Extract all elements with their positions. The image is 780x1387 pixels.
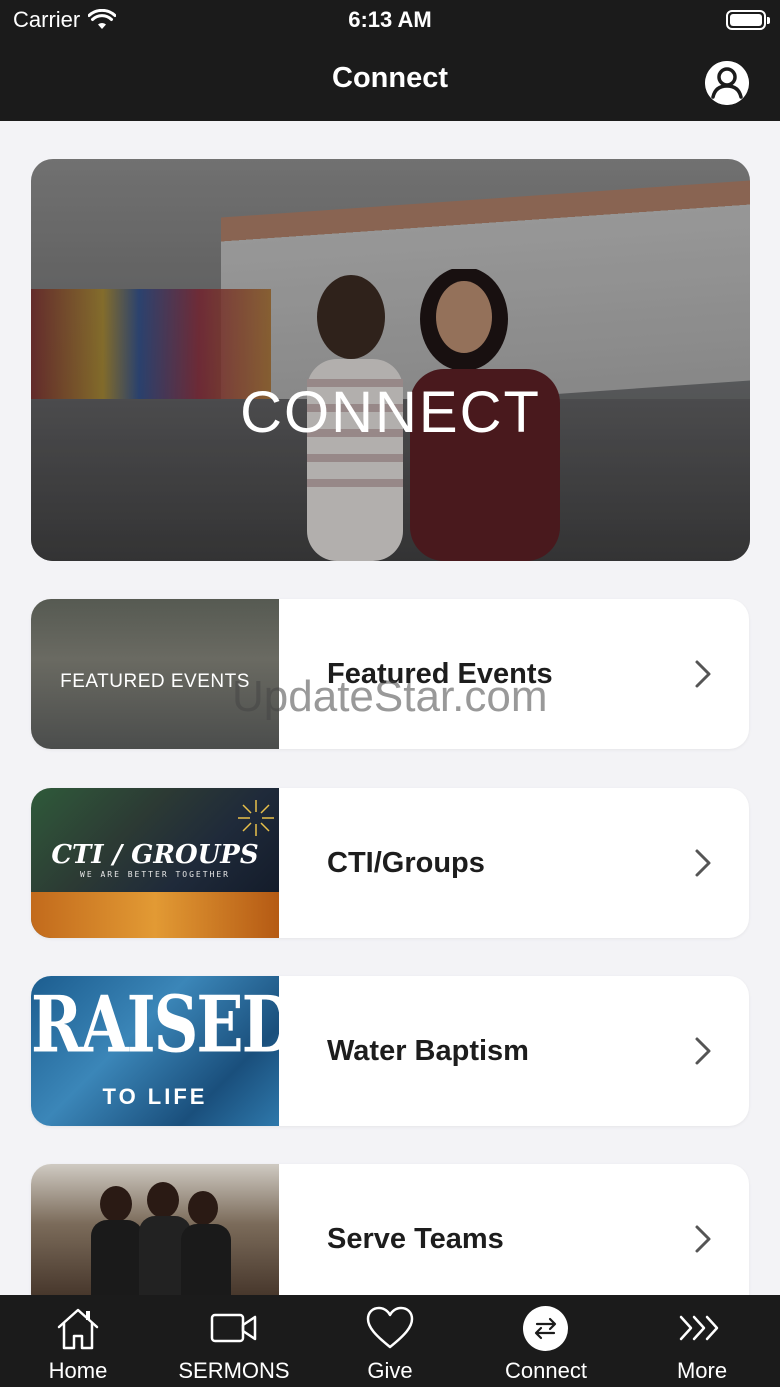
tab-icon-wrap — [521, 1305, 571, 1351]
top-bar: Carrier 6:13 AM Connect — [0, 0, 780, 121]
list-item-label: Serve Teams — [327, 1223, 504, 1255]
person-circle-icon — [705, 61, 749, 105]
list-item-serve-teams[interactable]: Serve Teams — [31, 1164, 749, 1314]
tab-more[interactable]: More — [624, 1295, 780, 1387]
firework-icon — [238, 800, 274, 836]
thumbnail-subtext: WE ARE BETTER TOGETHER — [80, 870, 230, 879]
tab-bar: Home SERMONS Give Connect More — [0, 1295, 780, 1387]
cti-groups-thumbnail: CTI / GROUPS WE ARE BETTER TOGETHER — [31, 788, 279, 938]
chevron-right-icon — [695, 1037, 711, 1065]
chevron-right-icon — [695, 849, 711, 877]
water-baptism-thumbnail: RAISED TO LIFE — [31, 976, 279, 1126]
tab-label: More — [676, 1358, 728, 1383]
home-icon — [57, 1308, 99, 1350]
tab-connect[interactable]: Connect — [468, 1295, 624, 1387]
hero-banner[interactable]: CONNECT — [31, 159, 750, 561]
chevrons-right-icon — [679, 1315, 719, 1341]
tab-label: SERMONS — [178, 1358, 290, 1383]
tab-label: Connect — [505, 1358, 587, 1383]
tab-give[interactable]: Give — [312, 1295, 468, 1387]
list-item-featured-events[interactable]: FEATURED EVENTS Featured Events — [31, 599, 749, 749]
heart-icon — [366, 1306, 414, 1349]
list-item-water-baptism[interactable]: RAISED TO LIFE Water Baptism — [31, 976, 749, 1126]
list-item-label: CTI/Groups — [327, 847, 485, 879]
list-item-label: Water Baptism — [327, 1035, 529, 1067]
list-item-cti-groups[interactable]: CTI / GROUPS WE ARE BETTER TOGETHER CTI/… — [31, 788, 749, 938]
battery-icon — [726, 10, 770, 30]
video-icon — [210, 1313, 257, 1343]
chevron-right-icon — [695, 660, 711, 688]
tab-label: Home — [48, 1358, 108, 1383]
thumbnail-subtext: TO LIFE — [102, 1084, 208, 1109]
status-bar: Carrier 6:13 AM — [0, 0, 780, 40]
thumbnail-text: FEATURED EVENTS — [60, 671, 250, 692]
clock: 6:13 AM — [348, 7, 432, 32]
chevron-right-icon — [695, 1225, 711, 1253]
tab-home[interactable]: Home — [0, 1295, 156, 1387]
hero-overlay — [31, 159, 750, 561]
arrows-exchange-icon — [534, 1317, 557, 1340]
thumbnail-text: RAISED — [31, 978, 279, 1071]
serve-teams-thumbnail — [31, 1164, 279, 1314]
tab-label: Give — [367, 1358, 413, 1383]
app-screen: Carrier 6:13 AM Connect CONNECT FEATURED… — [0, 0, 780, 1387]
serve-teams-photo — [91, 1182, 231, 1314]
page-title: Connect — [332, 62, 448, 94]
featured-events-thumbnail: FEATURED EVENTS — [31, 599, 279, 749]
thumbnail-texture — [31, 892, 279, 938]
list-item-label: Featured Events — [327, 658, 553, 690]
thumbnail-text: CTI / GROUPS — [51, 840, 259, 870]
hero-title: CONNECT — [240, 380, 541, 445]
profile-button[interactable] — [705, 61, 749, 105]
tab-sermons[interactable]: SERMONS — [156, 1295, 312, 1387]
